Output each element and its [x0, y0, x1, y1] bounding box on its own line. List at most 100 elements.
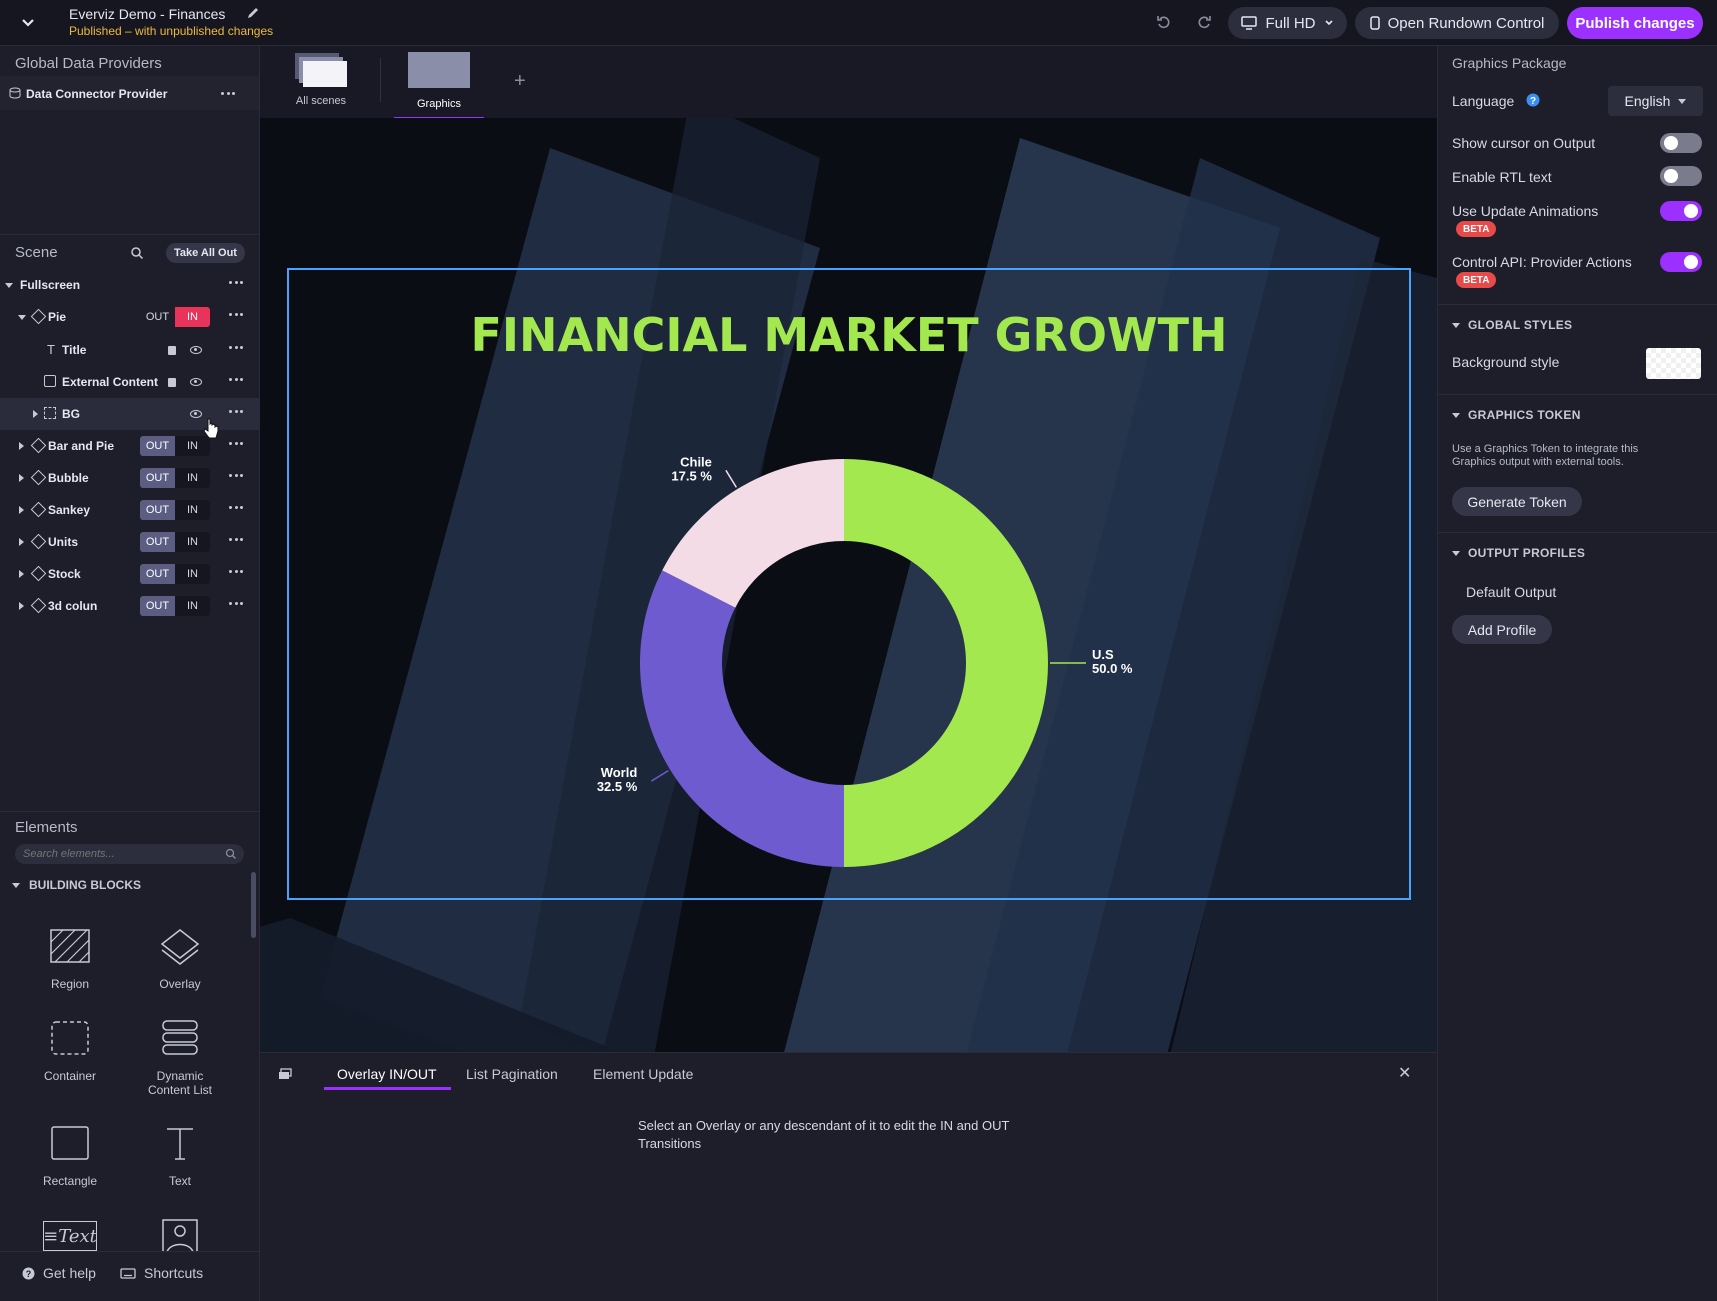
out-in-toggle[interactable]: OUT IN	[140, 532, 210, 552]
rtl-toggle[interactable]	[1660, 166, 1702, 186]
show-cursor-toggle[interactable]	[1660, 133, 1702, 153]
more-icon[interactable]	[229, 346, 243, 350]
in-button[interactable]: IN	[175, 532, 210, 552]
tree-row-scene[interactable]: Stock OUT IN	[0, 558, 259, 590]
element-region[interactable]: Region	[20, 926, 120, 991]
tree-row-scene[interactable]: Bubble OUT IN	[0, 462, 259, 494]
tree-row-scene[interactable]: 3d colun OUT IN	[0, 590, 259, 622]
caret-down-icon[interactable]	[18, 315, 26, 320]
caret-right-icon[interactable]	[19, 506, 24, 514]
caret-down-icon[interactable]	[5, 283, 13, 288]
tree-row-fullscreen[interactable]: Fullscreen	[0, 269, 259, 301]
undo-icon[interactable]	[1156, 14, 1172, 30]
help-icon[interactable]: ?	[1526, 93, 1540, 107]
more-icon[interactable]	[229, 506, 243, 510]
layers-icon	[30, 308, 47, 325]
more-icon[interactable]	[229, 442, 243, 446]
redo-icon[interactable]	[1196, 14, 1212, 30]
in-button[interactable]: IN	[175, 436, 210, 456]
tree-row-pie[interactable]: Pie OUT IN	[0, 301, 259, 333]
caret-right-icon[interactable]	[19, 570, 24, 578]
scrollbar[interactable]	[251, 872, 256, 938]
more-icon[interactable]	[229, 378, 243, 382]
more-icon[interactable]	[221, 92, 235, 96]
dynamic-label-2: Content List	[147, 1083, 213, 1097]
panel-dock-icon[interactable]	[278, 1068, 292, 1080]
out-button[interactable]: OUT	[140, 596, 175, 616]
out-button[interactable]: OUT	[140, 436, 175, 456]
more-icon[interactable]	[229, 538, 243, 542]
out-button[interactable]: OUT	[140, 307, 175, 327]
chevron-down-icon[interactable]	[20, 15, 36, 31]
shortcuts-link[interactable]: Shortcuts	[120, 1265, 203, 1281]
search-elements-field[interactable]	[15, 844, 244, 864]
default-output-item[interactable]: Default Output	[1466, 584, 1556, 600]
output-profiles-header[interactable]: OUTPUT PROFILES	[1452, 546, 1585, 560]
in-button[interactable]: IN	[175, 307, 210, 327]
caret-right-icon[interactable]	[19, 602, 24, 610]
in-button[interactable]: IN	[175, 500, 210, 520]
tab-list-pagination[interactable]: List Pagination	[466, 1066, 558, 1082]
more-icon[interactable]	[229, 602, 243, 606]
tab-element-update[interactable]: Element Update	[593, 1066, 693, 1082]
update-animations-toggle[interactable]	[1660, 201, 1702, 221]
in-button[interactable]: IN	[175, 468, 210, 488]
take-all-out-button[interactable]: Take All Out	[166, 243, 245, 263]
element-overlay[interactable]: Overlay	[130, 926, 230, 991]
bg-style-swatch[interactable]	[1646, 348, 1701, 379]
pencil-icon[interactable]	[246, 6, 260, 20]
out-in-toggle[interactable]: OUT IN	[140, 307, 210, 327]
tree-row-title[interactable]: T Title	[0, 334, 259, 366]
caret-right-icon[interactable]	[19, 474, 24, 482]
add-profile-button[interactable]: Add Profile	[1452, 615, 1552, 644]
caret-right-icon[interactable]	[19, 442, 24, 450]
language-select[interactable]: English	[1608, 86, 1703, 116]
element-container[interactable]: Container	[20, 1018, 120, 1083]
eye-icon[interactable]	[190, 410, 202, 418]
global-styles-header[interactable]: GLOBAL STYLES	[1452, 318, 1572, 332]
tree-row-external-content[interactable]: External Content	[0, 366, 259, 398]
control-api-toggle[interactable]	[1660, 252, 1702, 272]
out-in-toggle[interactable]: OUT IN	[140, 564, 210, 584]
in-button[interactable]: IN	[175, 564, 210, 584]
out-in-toggle[interactable]: OUT IN	[140, 596, 210, 616]
tree-row-scene[interactable]: Units OUT IN	[0, 526, 259, 558]
building-blocks-header[interactable]: BUILDING BLOCKS	[12, 878, 141, 892]
tree-row-scene[interactable]: Sankey OUT IN	[0, 494, 259, 526]
eye-icon[interactable]	[190, 346, 202, 354]
in-button[interactable]: IN	[175, 596, 210, 616]
element-text[interactable]: Text	[130, 1123, 230, 1188]
search-elements-input[interactable]	[23, 846, 213, 862]
tab-overlay-in-out[interactable]: Overlay IN/OUT	[337, 1066, 437, 1082]
search-icon[interactable]	[130, 246, 144, 260]
open-rundown-button[interactable]: Open Rundown Control	[1355, 7, 1559, 39]
out-in-toggle[interactable]: OUT IN	[140, 436, 210, 456]
lock-icon[interactable]	[168, 346, 176, 355]
out-button[interactable]: OUT	[140, 564, 175, 584]
element-dynamic-content-list[interactable]: Dynamic Content List	[130, 1018, 230, 1097]
more-icon[interactable]	[229, 570, 243, 574]
caret-right-icon[interactable]	[33, 410, 38, 418]
more-icon[interactable]	[229, 410, 243, 414]
more-icon[interactable]	[229, 313, 243, 317]
tree-row-bg[interactable]: BG	[0, 398, 259, 430]
eye-icon[interactable]	[190, 378, 202, 386]
out-button[interactable]: OUT	[140, 500, 175, 520]
publish-button[interactable]: Publish changes	[1567, 7, 1703, 39]
close-icon[interactable]: ✕	[1398, 1063, 1411, 1083]
more-icon[interactable]	[229, 474, 243, 478]
caret-right-icon[interactable]	[19, 538, 24, 546]
out-button[interactable]: OUT	[140, 532, 175, 552]
element-rectangle[interactable]: Rectangle	[20, 1123, 120, 1188]
out-button[interactable]: OUT	[140, 468, 175, 488]
provider-row[interactable]: Data Connector Provider	[0, 76, 259, 110]
lock-icon[interactable]	[168, 378, 176, 387]
graphics-token-header[interactable]: GRAPHICS TOKEN	[1452, 408, 1581, 422]
more-icon[interactable]	[229, 281, 243, 285]
resolution-button[interactable]: Full HD	[1228, 7, 1347, 39]
tree-row-scene[interactable]: Bar and Pie OUT IN	[0, 430, 259, 462]
out-in-toggle[interactable]: OUT IN	[140, 500, 210, 520]
out-in-toggle[interactable]: OUT IN	[140, 468, 210, 488]
get-help-link[interactable]: ? Get help	[22, 1265, 96, 1281]
generate-token-button[interactable]: Generate Token	[1452, 487, 1582, 516]
